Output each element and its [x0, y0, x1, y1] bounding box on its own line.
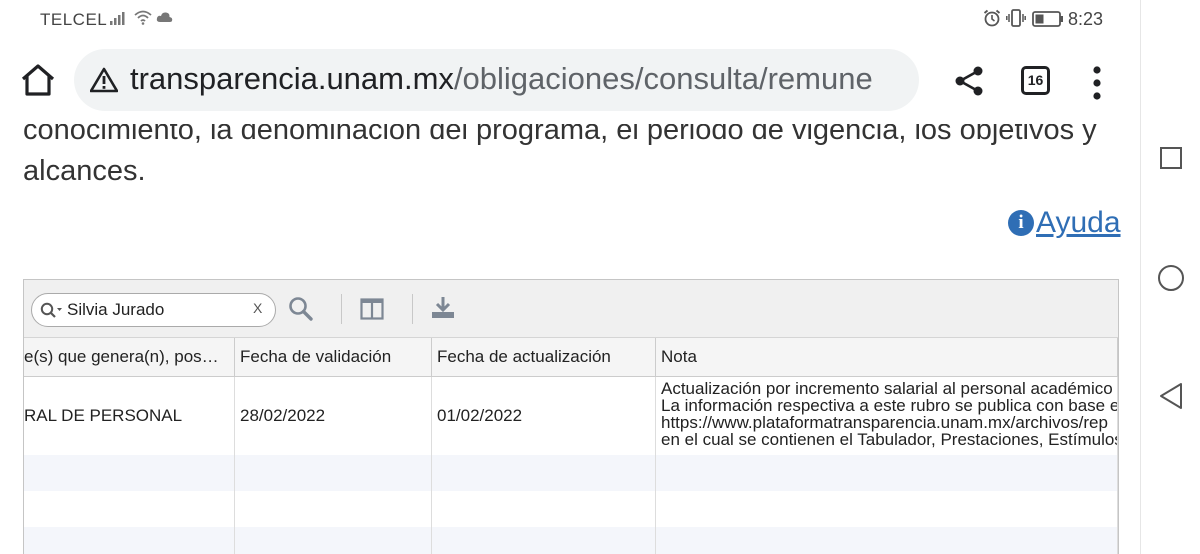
paragraph-line: alcances.	[23, 155, 146, 187]
signal-icon	[110, 12, 125, 25]
nota-line: en el cual se contienen el Tabulador, Pr…	[661, 430, 1118, 449]
help-label[interactable]: Ayuda	[1036, 206, 1121, 240]
toolbar-separator	[412, 294, 413, 324]
nota-line: La información respectiva a este rubro s…	[661, 396, 1118, 415]
table-cell	[656, 491, 1118, 527]
url-text[interactable]: transparencia.unam.mx/obligaciones/consu…	[130, 61, 873, 97]
column-header[interactable]: e(s) que genera(n), pos…	[24, 338, 235, 376]
columns-icon[interactable]	[360, 298, 384, 320]
table-header-row: e(s) que genera(n), pos… Fecha de valida…	[24, 338, 1118, 377]
clock: 8:23	[1068, 9, 1104, 29]
table-row[interactable]: RAL DE PERSONAL 28/02/2022 01/02/2022 Ac…	[24, 377, 1118, 455]
table-cell: 28/02/2022	[235, 377, 432, 455]
column-header[interactable]: Fecha de validación	[235, 338, 432, 376]
table-cell	[656, 455, 1118, 491]
data-grid: Silvia Jurado X e(s) que genera(n), pos……	[23, 279, 1119, 554]
info-icon: i	[1008, 210, 1034, 236]
url-path: /obligaciones/consulta/remune	[453, 61, 873, 96]
search-dropdown-icon[interactable]	[40, 302, 64, 320]
table-cell	[235, 527, 432, 554]
column-header[interactable]: Fecha de actualización	[432, 338, 656, 376]
table-row	[24, 527, 1118, 554]
carrier-label: TELCEL	[40, 10, 108, 29]
share-icon[interactable]	[952, 64, 986, 98]
wifi-icon	[134, 10, 152, 25]
table-cell	[24, 455, 235, 491]
grid-toolbar: Silvia Jurado X	[24, 280, 1118, 338]
nota-line: Actualización por incremento salarial al…	[661, 379, 1113, 398]
table-row	[24, 491, 1118, 527]
page-content: conocimiento, la denominación del progra…	[0, 124, 1140, 554]
table-cell-nota: Actualización por incremento salarial al…	[656, 377, 1118, 455]
nota-line: https://www.plataformatransparencia.unam…	[661, 413, 1108, 432]
more-vert-icon[interactable]	[1087, 66, 1107, 100]
table-cell	[656, 527, 1118, 554]
table-cell: RAL DE PERSONAL	[24, 377, 235, 455]
toolbar-separator	[341, 294, 342, 324]
download-icon[interactable]	[431, 295, 455, 319]
clear-search-button[interactable]: X	[253, 300, 262, 316]
table-cell	[432, 455, 656, 491]
vibrate-icon	[1006, 9, 1026, 27]
cloud-icon	[156, 12, 173, 22]
android-nav-bar	[1140, 0, 1200, 554]
url-bar[interactable]: transparencia.unam.mx/obligaciones/consu…	[74, 49, 919, 111]
table-row	[24, 455, 1118, 491]
battery-icon	[1032, 11, 1063, 27]
help-link[interactable]: i Ayuda	[1008, 206, 1121, 240]
paragraph-line: conocimiento, la denominación del progra…	[23, 124, 1097, 146]
column-header[interactable]: Nota	[656, 338, 1118, 376]
intro-paragraph: conocimiento, la denominación del progra…	[23, 124, 1113, 192]
back-icon[interactable]	[1158, 382, 1184, 410]
table-cell: 01/02/2022	[432, 377, 656, 455]
url-host: transparencia.unam.mx	[130, 61, 454, 96]
search-value[interactable]: Silvia Jurado	[67, 300, 164, 320]
table-cell	[235, 455, 432, 491]
home-button[interactable]	[1158, 265, 1184, 291]
alarm-icon	[983, 9, 1001, 27]
tab-switcher-button[interactable]: 16	[1021, 66, 1050, 95]
table-cell	[24, 491, 235, 527]
table-cell	[235, 491, 432, 527]
table-cell	[432, 527, 656, 554]
search-input[interactable]: Silvia Jurado X	[31, 293, 276, 327]
table-cell	[432, 491, 656, 527]
recents-button[interactable]	[1160, 147, 1182, 169]
warning-icon[interactable]	[90, 67, 118, 93]
home-icon[interactable]	[18, 60, 58, 100]
browser-toolbar: transparencia.unam.mx/obligaciones/consu…	[0, 38, 1140, 124]
table-cell	[24, 527, 235, 554]
status-bar: TELCEL 8:23	[0, 0, 1140, 38]
search-icon[interactable]	[288, 296, 314, 322]
